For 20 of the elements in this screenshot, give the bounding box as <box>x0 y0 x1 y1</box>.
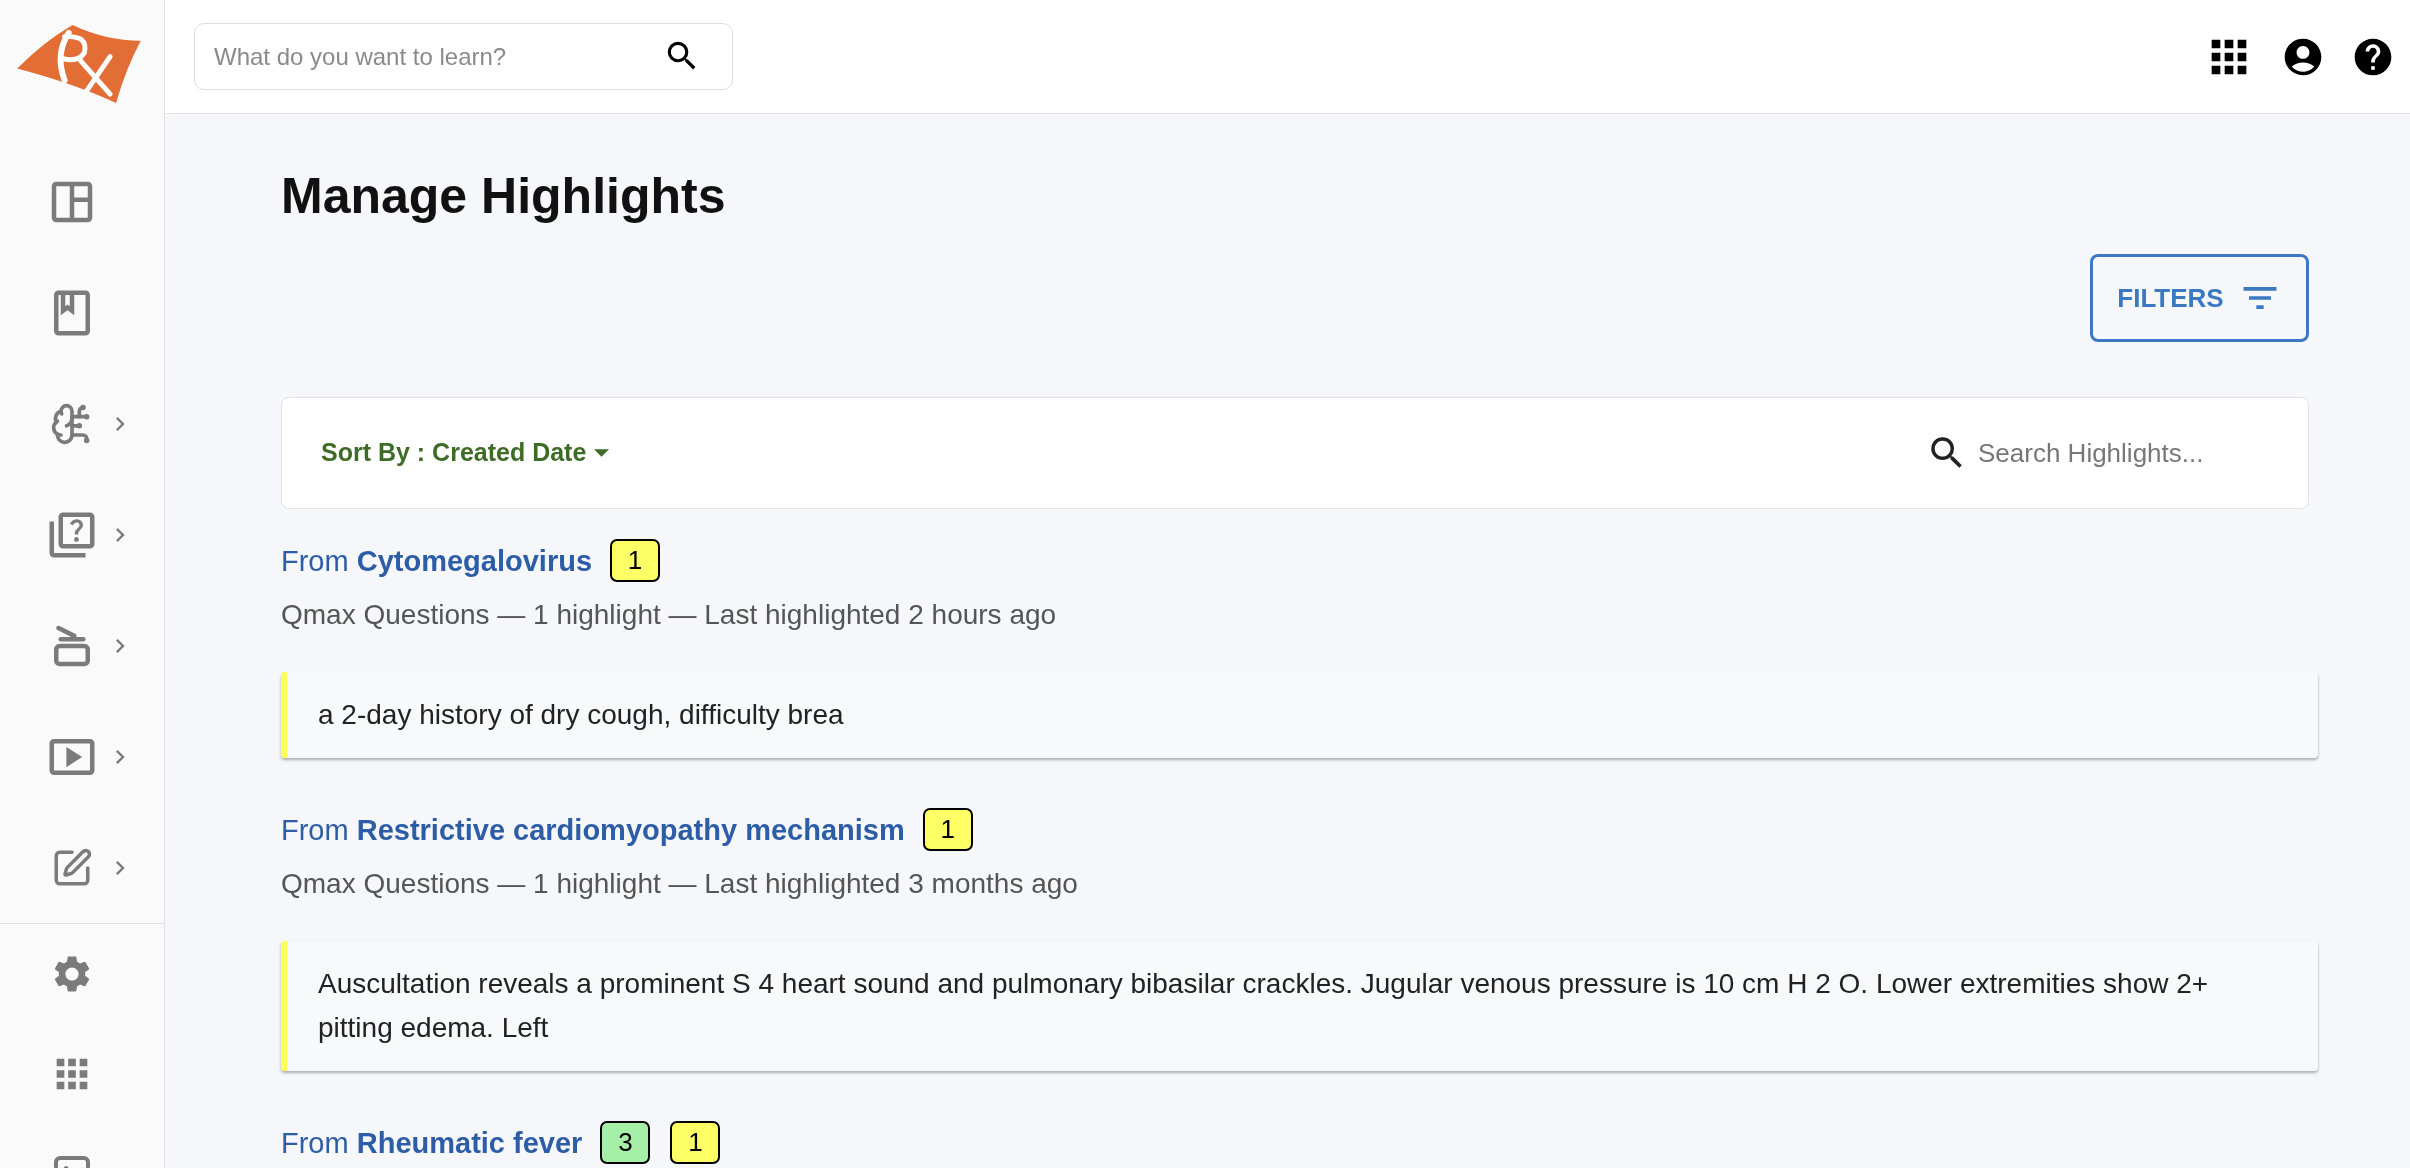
caret-icon <box>594 449 610 457</box>
search-field[interactable]: What do you want to learn? <box>194 23 733 90</box>
source-meta: Qmax Questions — 1 highlight — Last highlighted 3 months ago <box>281 867 1079 901</box>
page-title: Manage Highlights <box>281 167 727 226</box>
source-link[interactable]: From Restrictive cardiomyopathy mechanism <box>281 810 905 849</box>
highlight-count-badge: 3 <box>600 1121 651 1164</box>
highlight-text: a 2-day history of dry cough, difficulty brea <box>317 698 845 732</box>
highlight-text: Auscultation reveals a prominent S 4 heart sound and pulmonary bibasilar crackles. Jugular venous pressure is 10 cm H 2 O. Lower extremities show 2+ pitting edema. Left <box>317 967 2210 1045</box>
highlight-count-badge: 1 <box>610 539 660 582</box>
sort-dropdown[interactable]: Sort By : Created Date <box>321 434 610 472</box>
source-link[interactable]: From Rheumatic fever <box>281 1123 583 1162</box>
source-link[interactable]: From Cytomegalovirus <box>281 541 592 580</box>
stacked-cards-icon[interactable] <box>54 624 90 667</box>
search-field[interactable]: Search Highlights... <box>1978 433 2268 473</box>
highlight-count-badge: 1 <box>670 1121 721 1164</box>
highlight-count-badge: 1 <box>922 808 973 851</box>
highlight-card[interactable]: a 2-day history of dry cough, difficulty brea <box>281 672 2318 758</box>
filters-button[interactable]: FILTERS <box>2090 254 2309 342</box>
source-meta: Qmax Questions — 1 highlight — Last highlighted 2 hours ago <box>281 598 1058 632</box>
highlight-card[interactable]: Auscultation reveals a prominent S 4 heart sound and pulmonary bibasilar crackles. Jugular venous pressure is 10 cm H 2 O. Lower extremities show 2+ pitting edema. Left <box>281 941 2318 1071</box>
